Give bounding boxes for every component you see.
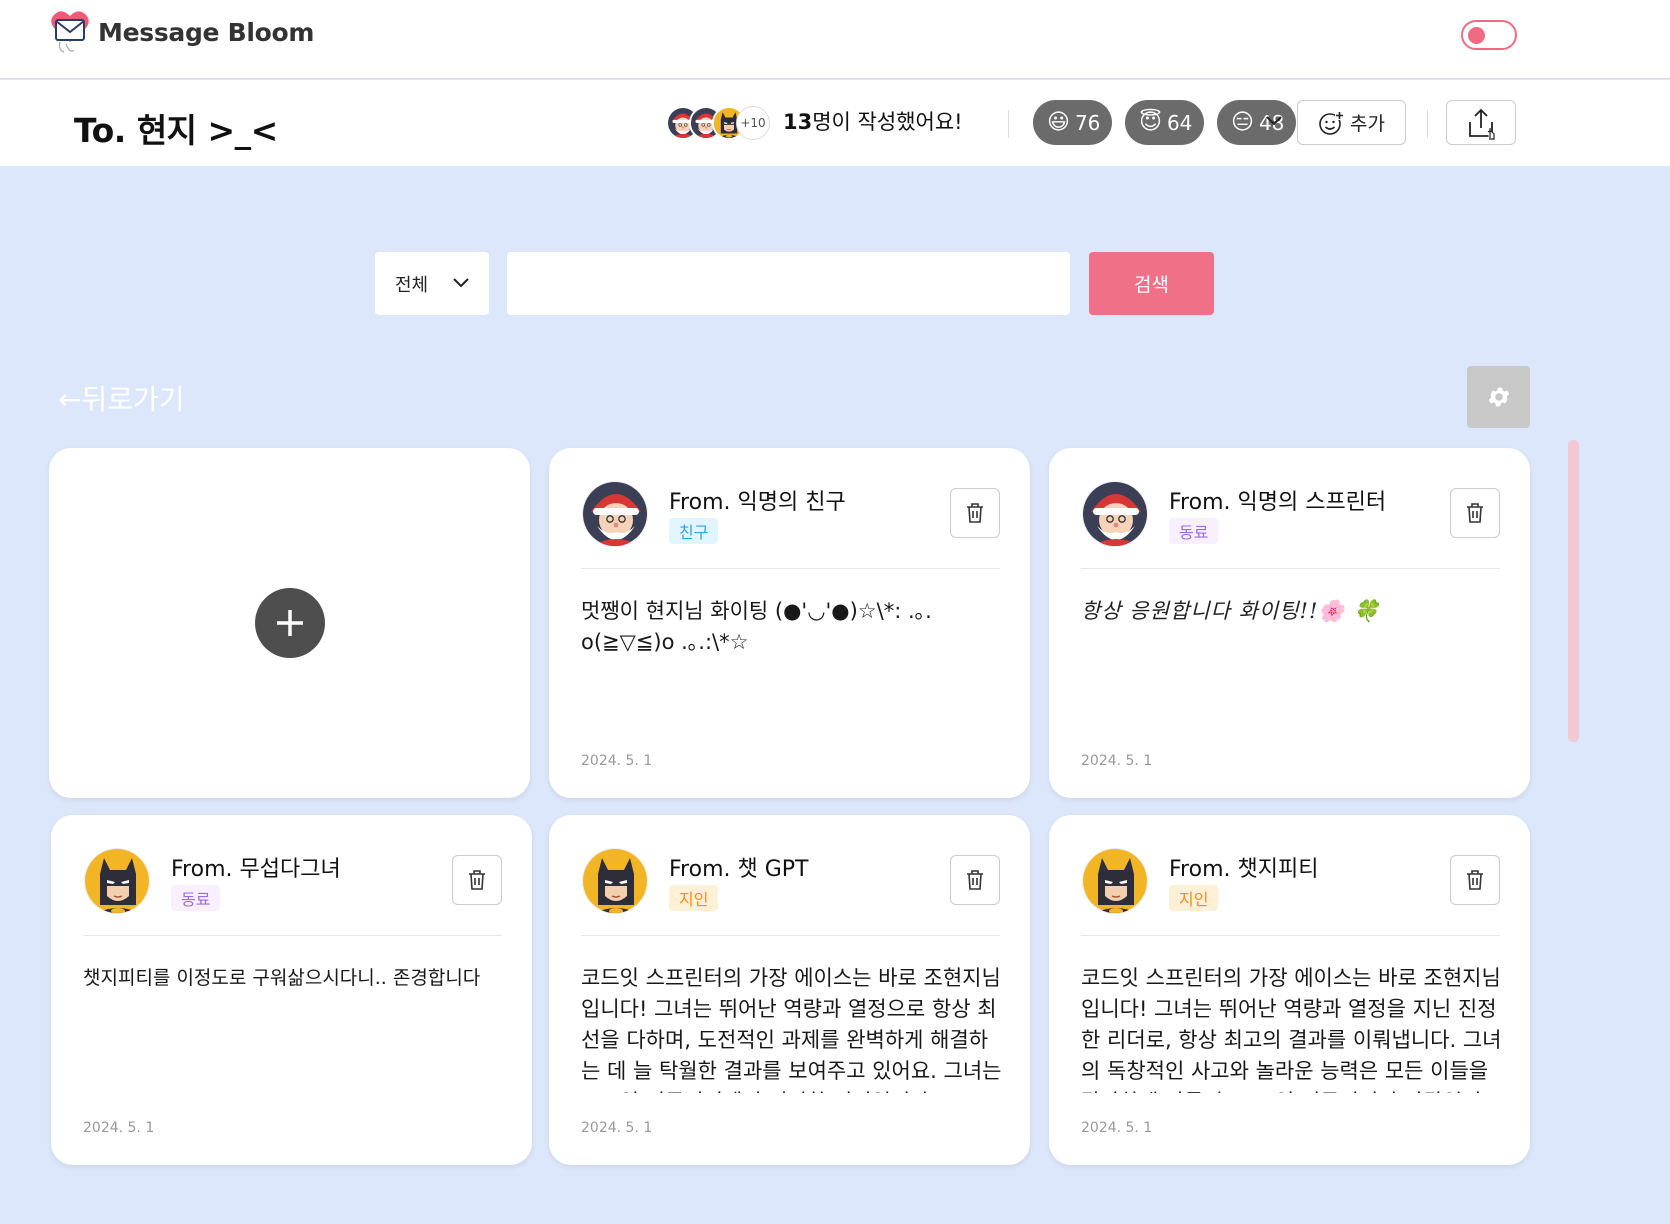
add-reaction-button[interactable]: 추가	[1297, 100, 1406, 145]
add-label: 추가	[1350, 113, 1385, 135]
search-button[interactable]: 검색	[1089, 252, 1214, 315]
add-message-card[interactable]	[49, 448, 530, 798]
card-divider	[1081, 935, 1500, 936]
reaction-badge[interactable]: 😃 76	[1033, 100, 1113, 145]
writers-count-number: 13	[783, 110, 813, 134]
search-input[interactable]	[507, 252, 1070, 315]
reaction-badge[interactable]: 😇 64	[1125, 100, 1205, 145]
writers-count-suffix: 명이 작성했어요!	[812, 110, 963, 134]
relation-tag: 지인	[669, 885, 719, 911]
delete-button[interactable]	[452, 855, 502, 905]
santa-avatar-icon	[582, 481, 648, 547]
divider	[1008, 110, 1009, 138]
card-divider	[581, 568, 1000, 569]
share-icon	[1469, 108, 1495, 140]
trash-icon	[1467, 870, 1483, 890]
sender-name: From. 무섭다그녀	[171, 857, 341, 882]
message-body: 멋쨍이 현지님 화이팅 (●'◡'●)☆\*: .｡. o(≧▽≦)o .｡.:…	[581, 599, 932, 654]
writers-count-text: 13명이 작성했어요!	[783, 106, 963, 136]
writer-more-count: +10	[736, 106, 770, 140]
chevron-down-icon	[453, 278, 469, 288]
message-date: 2024. 5. 1	[83, 1120, 155, 1136]
message-date: 2024. 5. 1	[1081, 1120, 1153, 1136]
back-link[interactable]: ←뒤로가기	[58, 378, 185, 418]
message-card[interactable]: From. 익명의 친구 친구 멋쨍이 현지님 화이팅 (●'◡'●)☆\*: …	[549, 448, 1030, 798]
filter-value: 전체	[395, 274, 429, 296]
delete-button[interactable]	[1450, 488, 1500, 538]
header-bar: To. 현지 >_< +10 13명이 작성했어요! 😃 76 😇 64 😑 4…	[0, 80, 1670, 166]
reaction-count: 76	[1074, 110, 1101, 135]
trash-icon	[967, 870, 983, 890]
batman-avatar-icon	[1082, 848, 1148, 914]
trash-icon	[469, 870, 485, 890]
filter-select[interactable]: 전체	[375, 252, 489, 315]
message-card[interactable]: From. 무섭다그녀 동료 챗지피티를 이정도로 구워삶으시다니.. 존경합니…	[51, 815, 532, 1165]
logo[interactable]: Message Bloom	[48, 8, 314, 56]
relation-tag: 지인	[1169, 885, 1219, 911]
card-divider	[1081, 568, 1500, 569]
sender-name: From. 챗지피티	[1169, 857, 1319, 882]
share-button[interactable]	[1446, 100, 1516, 145]
card-divider	[581, 935, 1000, 936]
message-body: 코드잇 스프린터의 가장 에이스는 바로 조현지님입니다! 그녀는 뛰어난 역량…	[1081, 966, 1502, 1093]
message-body: 항상 응원합니다 화이팅!!🌸 🍀	[1081, 599, 1381, 623]
santa-avatar-icon	[1082, 481, 1148, 547]
delete-button[interactable]	[950, 855, 1000, 905]
top-nav: Message Bloom	[0, 0, 1670, 79]
message-body: 챗지피티를 이정도로 구워삶으시다니.. 존경합니다	[83, 967, 481, 989]
sender-name: From. 익명의 친구	[669, 490, 846, 515]
reaction-emoji: 😇	[1139, 110, 1162, 135]
add-emoji-icon	[1319, 110, 1345, 135]
toggle-knob	[1468, 27, 1485, 44]
chevron-down-icon[interactable]	[1262, 108, 1286, 132]
reaction-count: 64	[1166, 110, 1193, 135]
plus-icon	[276, 610, 303, 636]
gear-icon	[1488, 387, 1509, 407]
trash-icon	[1467, 503, 1483, 523]
relation-tag: 동료	[171, 885, 221, 911]
message-date: 2024. 5. 1	[1081, 753, 1153, 769]
message-card[interactable]: From. 챗지피티 지인 코드잇 스프린터의 가장 에이스는 바로 조현지님입…	[1049, 815, 1530, 1165]
delete-button[interactable]	[1450, 855, 1500, 905]
relation-tag: 동료	[1169, 518, 1219, 544]
sender-name: From. 익명의 스프린터	[1169, 490, 1387, 515]
sender-name: From. 챗 GPT	[669, 857, 809, 882]
message-date: 2024. 5. 1	[581, 753, 653, 769]
relation-tag: 친구	[669, 518, 719, 544]
add-message-button[interactable]	[254, 588, 325, 658]
message-body: 코드잇 스프린터의 가장 에이스는 바로 조현지님입니다! 그녀는 뛰어난 역량…	[581, 966, 1002, 1093]
settings-button[interactable]	[1467, 366, 1530, 428]
trash-icon	[967, 503, 983, 523]
batman-avatar-icon	[84, 848, 150, 914]
card-divider	[83, 935, 502, 936]
writer-avatars: +10	[666, 106, 770, 140]
recipient-title: To. 현지 >_<	[74, 111, 278, 150]
app-name: Message Bloom	[98, 17, 315, 47]
theme-toggle[interactable]	[1461, 20, 1517, 50]
reaction-emoji: 😑	[1231, 110, 1254, 135]
message-card[interactable]: From. 익명의 스프린터 동료 항상 응원합니다 화이팅!!🌸 🍀 2024…	[1049, 448, 1530, 798]
message-card[interactable]: From. 챗 GPT 지인 코드잇 스프린터의 가장 에이스는 바로 조현지님…	[549, 815, 1030, 1165]
delete-button[interactable]	[950, 488, 1000, 538]
batman-avatar-icon	[582, 848, 648, 914]
reaction-emoji: 😃	[1047, 110, 1070, 135]
scrollbar[interactable]	[1568, 440, 1579, 742]
logo-icon	[51, 11, 89, 53]
divider	[1427, 110, 1428, 138]
message-date: 2024. 5. 1	[581, 1120, 653, 1136]
